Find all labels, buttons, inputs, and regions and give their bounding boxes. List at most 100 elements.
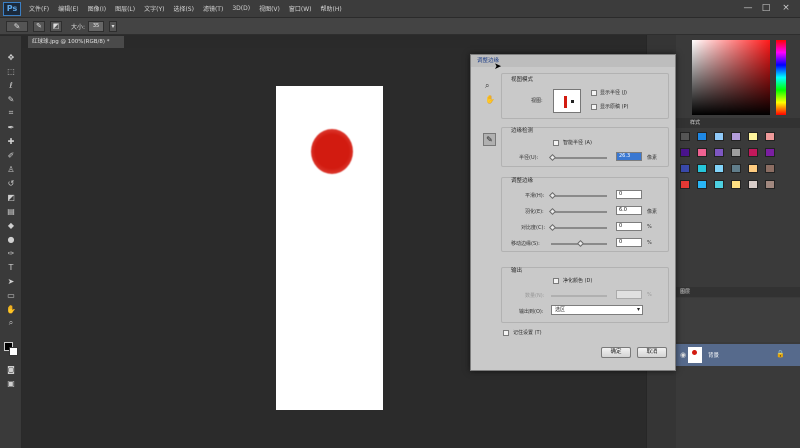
feather-field[interactable]: 6.0 [616,206,642,215]
path-select-tool-icon[interactable]: ➤ [5,276,17,286]
feather-slider-track[interactable] [551,211,607,213]
maximize-button[interactable]: □ [760,3,772,14]
style-swatch[interactable] [697,180,707,189]
menu-file[interactable]: 文件(F) [29,4,49,13]
zoom-tool-icon[interactable]: ⌕ [5,318,17,328]
view-mode-thumbnail[interactable] [553,89,581,113]
style-swatch[interactable] [765,180,775,189]
refine-radius-tool-button[interactable]: ✎ [483,133,496,146]
ok-button[interactable]: 确定 [601,347,631,358]
smooth-field[interactable]: 0 [616,190,642,199]
brush-preset-picker[interactable]: ✎ [6,20,28,32]
style-swatch[interactable] [680,148,690,157]
style-swatch[interactable] [731,180,741,189]
erase-refinements-tool-button[interactable]: ◩ [50,20,62,32]
style-swatch[interactable] [765,148,775,157]
zoom-icon[interactable]: ⌕ [485,81,489,91]
style-swatch[interactable] [697,164,707,173]
style-swatch[interactable] [680,164,690,173]
lasso-tool-icon[interactable]: ℓ [5,80,17,90]
style-swatch[interactable] [714,132,724,141]
decontaminate-colors-checkbox[interactable] [553,278,559,284]
eye-icon[interactable]: ◉ [680,351,686,359]
style-swatch[interactable] [748,132,758,141]
quick-select-tool-icon[interactable]: ✎ [5,94,17,104]
radius-field[interactable]: 26.3 [616,152,642,161]
size-label: 大小: [71,23,86,31]
style-swatch[interactable] [748,180,758,189]
layers-panel-tab[interactable]: 图层 [676,287,800,297]
show-original-checkbox[interactable] [591,104,597,110]
style-swatch[interactable] [748,164,758,173]
stamp-tool-icon[interactable]: ♙ [5,164,17,174]
eyedropper-tool-icon[interactable]: ✒ [5,122,17,132]
color-picker-field[interactable] [692,40,770,115]
menu-type[interactable]: 文字(Y) [144,4,164,13]
style-swatch[interactable] [714,148,724,157]
history-brush-tool-icon[interactable]: ↺ [5,178,17,188]
menu-layer[interactable]: 图层(L) [115,4,135,13]
menu-edit[interactable]: 编辑(E) [58,4,78,13]
hand-icon[interactable]: ✋ [485,95,495,104]
style-swatch[interactable] [714,180,724,189]
screen-mode-icon[interactable]: ▣ [5,378,17,388]
styles-panel-tab[interactable]: 样式 [676,118,800,128]
pen-tool-icon[interactable]: ✑ [5,248,17,258]
menu-select[interactable]: 选择(S) [173,4,194,13]
style-swatch[interactable] [748,148,758,157]
style-swatch[interactable] [697,148,707,157]
show-radius-checkbox[interactable] [591,90,597,96]
style-swatch[interactable] [714,164,724,173]
style-swatch[interactable] [680,132,690,141]
menu-window[interactable]: 窗口(W) [289,4,312,13]
style-swatch[interactable] [765,164,775,173]
brush-tool-icon[interactable]: ✐ [5,150,17,160]
style-swatch[interactable] [731,132,741,141]
menu-filter[interactable]: 滤镜(T) [203,4,223,13]
menu-image[interactable]: 图像(I) [88,4,106,13]
background-color-swatch[interactable] [9,347,18,356]
shift-edge-unit: % [647,240,652,246]
amount-label: 数量(N): [525,293,545,299]
hand-tool-icon[interactable]: ✋ [5,304,17,314]
smart-radius-checkbox[interactable] [553,140,559,146]
menu-help[interactable]: 帮助(H) [321,4,342,13]
refine-radius-tool-button[interactable]: ✎ [33,20,45,32]
style-swatch[interactable] [697,132,707,141]
eraser-tool-icon[interactable]: ◩ [5,192,17,202]
document-tab[interactable]: 红球球.jpg @ 100%(RGB/8) * [28,36,124,48]
size-dropdown-button[interactable]: ▾ [109,20,118,32]
output-to-select[interactable]: 选区 ▾ [551,305,643,315]
hue-slider[interactable] [776,40,786,115]
remember-settings-checkbox[interactable] [503,330,509,336]
marquee-tool-icon[interactable]: ⬚ [5,66,17,76]
cancel-button[interactable]: 取消 [637,347,667,358]
healing-tool-icon[interactable]: ✚ [5,136,17,146]
smooth-slider-track[interactable] [551,195,607,197]
radius-slider-track[interactable] [551,157,607,159]
contrast-slider-track[interactable] [551,227,607,229]
chevron-down-icon: ▾ [636,306,640,313]
quick-mask-icon[interactable]: ◙ [5,364,17,374]
dodge-tool-icon[interactable]: ● [5,234,17,244]
shape-tool-icon[interactable]: ▭ [5,290,17,300]
size-field[interactable]: 35 [88,20,105,32]
minimize-button[interactable]: — [742,3,754,14]
gradient-tool-icon[interactable]: ▤ [5,206,17,216]
close-button[interactable]: × [780,3,792,14]
shift-edge-field[interactable]: 0 [616,238,642,247]
menu-3d[interactable]: 3D(D) [232,5,250,12]
style-swatch[interactable] [731,148,741,157]
style-swatch[interactable] [765,132,775,141]
move-tool-icon[interactable]: ✥ [5,52,17,62]
blur-tool-icon[interactable]: ◆ [5,220,17,230]
layer-row-background[interactable]: ◉ 背景 🔒 [676,344,800,366]
menu-view[interactable]: 视图(V) [259,4,280,13]
style-swatch[interactable] [680,180,690,189]
amount-slider-track [551,295,607,297]
crop-tool-icon[interactable]: ⌗ [5,108,17,118]
type-tool-icon[interactable]: T [5,262,17,272]
style-swatch[interactable] [731,164,741,173]
remember-settings-label: 记住设置 (T) [513,330,542,336]
contrast-field[interactable]: 0 [616,222,642,231]
